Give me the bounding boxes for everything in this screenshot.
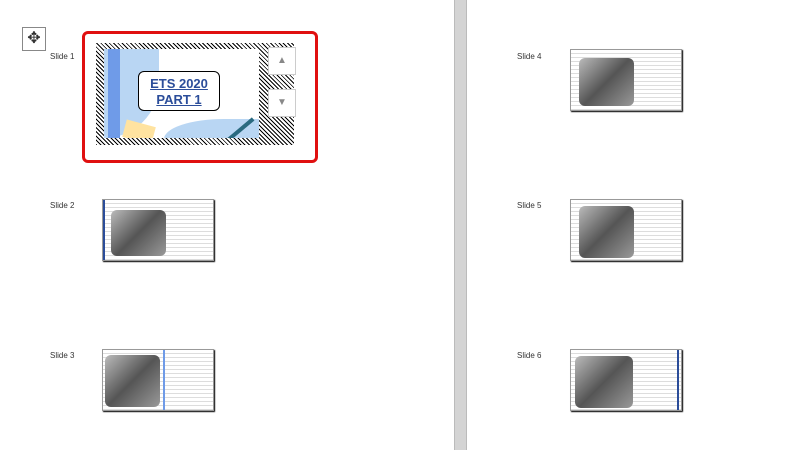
slide-label: Slide 4 xyxy=(517,52,542,61)
slide-label: Slide 2 xyxy=(50,201,75,210)
slide-label: Slide 6 xyxy=(517,351,542,360)
slide-2-thumbnail[interactable] xyxy=(102,199,214,261)
scroll-up-icon[interactable]: ▲ xyxy=(268,47,296,75)
slide-3-thumbnail[interactable] xyxy=(102,349,214,411)
scroll-down-icon[interactable]: ▼ xyxy=(268,89,296,117)
slide-title-line2: PART 1 xyxy=(156,92,202,107)
slide-label: Slide 3 xyxy=(50,351,75,360)
page-gap xyxy=(454,0,467,450)
slide-label: Slide 5 xyxy=(517,201,542,210)
slide-5-thumbnail[interactable] xyxy=(570,199,682,261)
slide-label: Slide 1 xyxy=(50,52,75,61)
slide-6-thumbnail[interactable] xyxy=(570,349,682,411)
move-handle-icon[interactable]: ✥ xyxy=(22,27,46,51)
slide-title-line1: ETS 2020 xyxy=(150,76,208,91)
slide-1-thumbnail[interactable]: ETS 2020 PART 1 xyxy=(104,49,259,138)
slide-4-thumbnail[interactable] xyxy=(570,49,682,111)
